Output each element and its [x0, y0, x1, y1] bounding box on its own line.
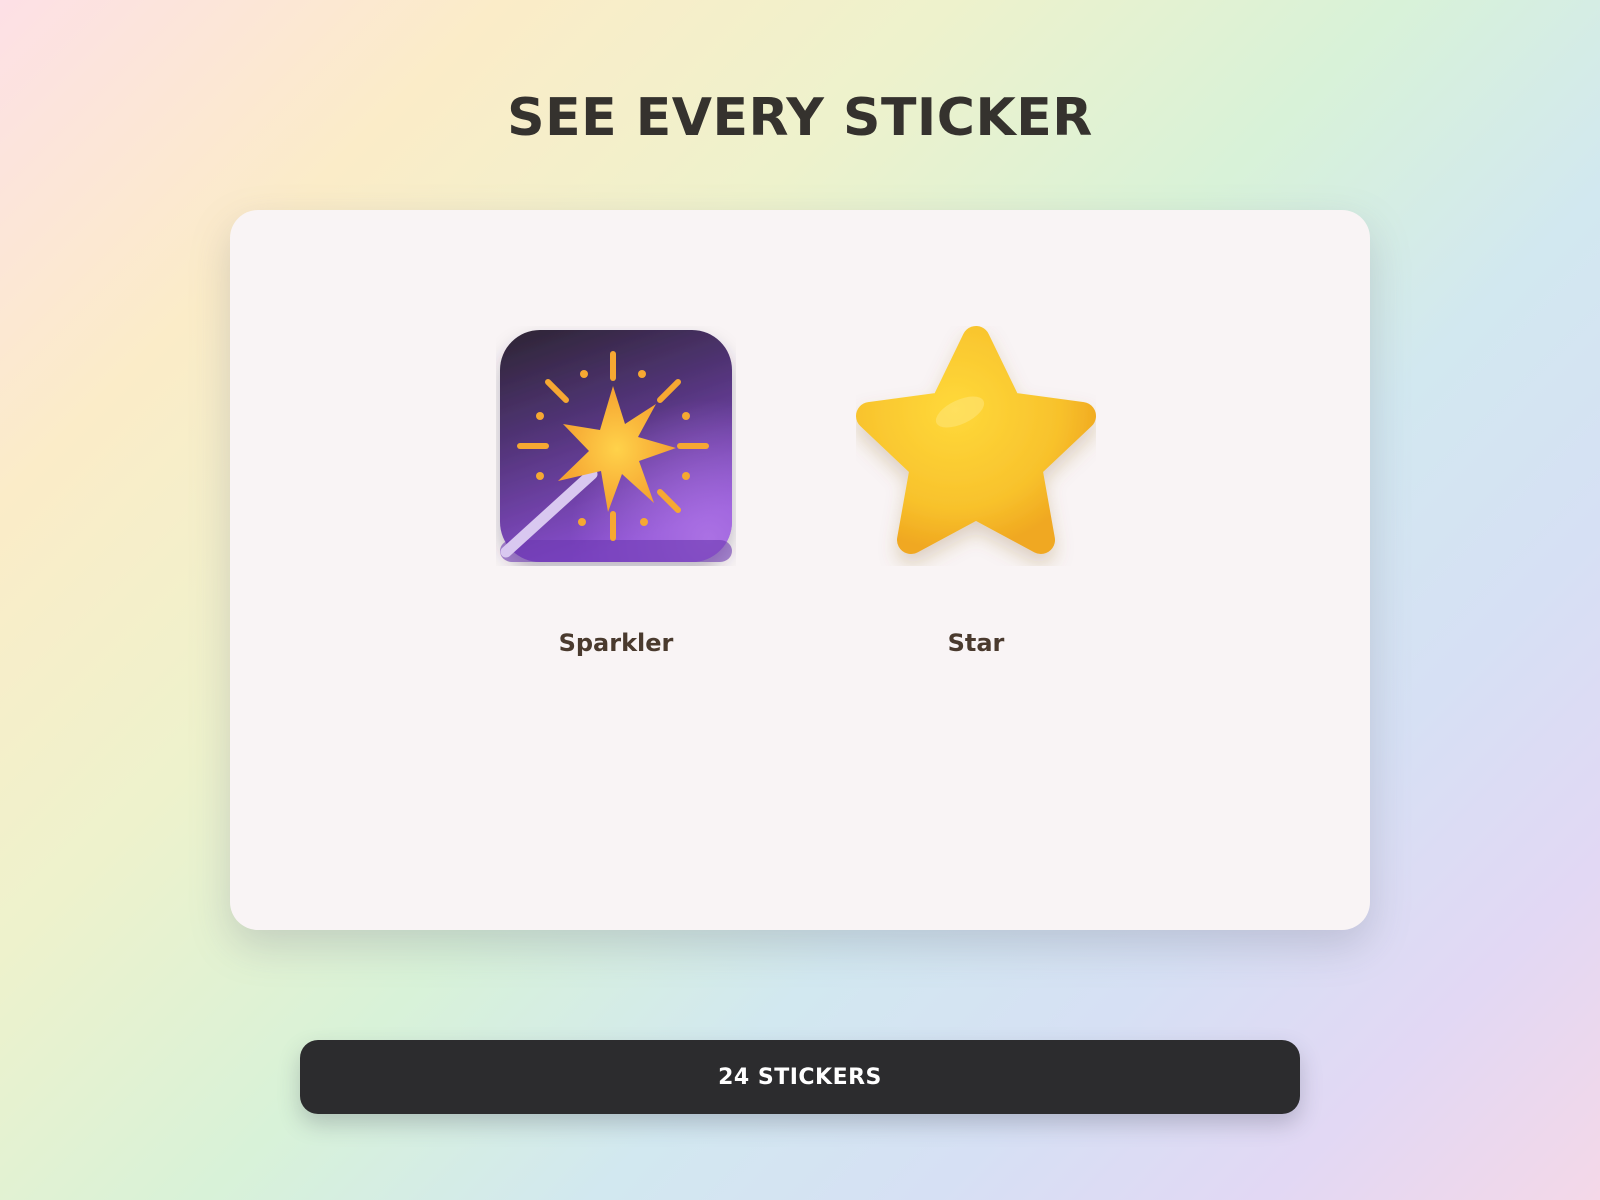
sticker-label: Sparkler [558, 629, 674, 657]
sticker-gallery-card: Sparkler Star [230, 210, 1370, 930]
sticker-tile-sparkler[interactable]: Sparkler [486, 210, 746, 670]
sticker-tile-star[interactable]: Star [846, 210, 1106, 670]
page-title: SEE EVERY STICKER [507, 87, 1093, 148]
sparkler-icon [496, 326, 736, 566]
star-icon [856, 326, 1096, 566]
sticker-label: Star [947, 629, 1005, 657]
sticker-count-button[interactable]: 24 STICKERS [300, 1040, 1300, 1114]
sticker-count-label: 24 STICKERS [718, 1064, 882, 1090]
